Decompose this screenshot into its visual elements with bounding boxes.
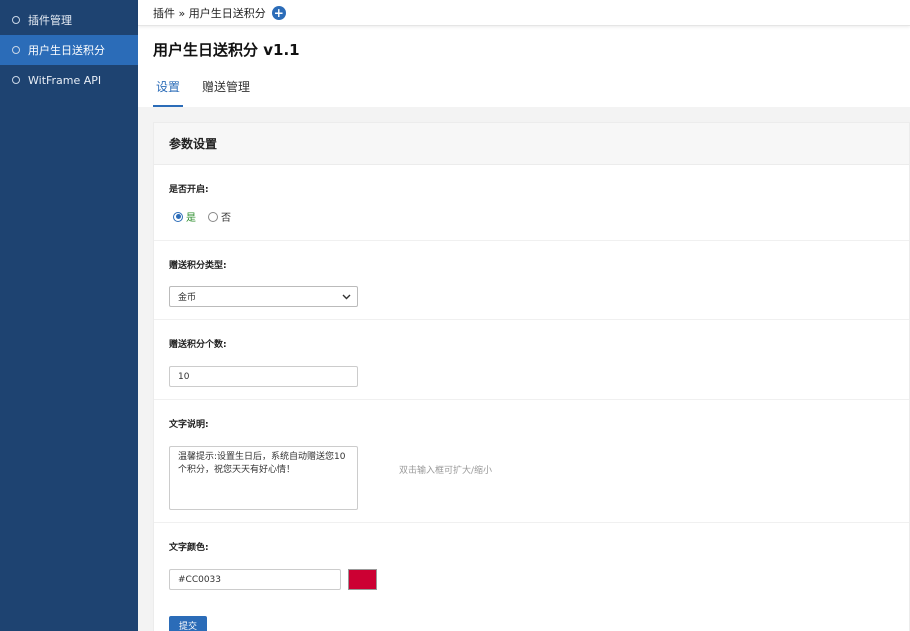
sidebar-item-plugin-manage[interactable]: 插件管理 (0, 5, 138, 35)
credit-type-label: 赠送积分类型: (169, 261, 227, 271)
color-swatch[interactable] (348, 569, 377, 590)
content-area: 参数设置 是否开启: 是 否 赠送积分类型: 金币 赠送积分个数: 10 文字说… (138, 107, 910, 631)
settings-panel: 参数设置 是否开启: 是 否 赠送积分类型: 金币 赠送积分个数: 10 文字说… (153, 122, 910, 631)
credit-count-input[interactable]: 10 (169, 366, 358, 387)
sidebar: 插件管理 用户生日送积分 WitFrame API (0, 0, 138, 631)
credit-count-field: 赠送积分个数: 10 (154, 320, 909, 400)
text-color-field: 文字颜色: #CC0033 (154, 523, 909, 590)
circle-icon (12, 16, 20, 24)
description-field: 文字说明: 温馨提示:设置生日后，系统自动赠送您10个积分，祝您天天有好心情！ … (154, 400, 909, 523)
breadcrumb: 插件 » 用户生日送积分 + (138, 0, 910, 26)
tab-gift-manage[interactable]: 赠送管理 (199, 72, 253, 107)
panel-title: 参数设置 (154, 123, 909, 165)
tab-bar: 设置 赠送管理 (153, 72, 269, 107)
credit-type-field: 赠送积分类型: 金币 (154, 241, 909, 320)
circle-icon (12, 76, 20, 84)
description-textarea[interactable]: 温馨提示:设置生日后，系统自动赠送您10个积分，祝您天天有好心情！ (169, 446, 358, 510)
breadcrumb-text: 插件 » 用户生日送积分 (153, 6, 266, 20)
main-area: 插件 » 用户生日送积分 + 用户生日送积分 v1.1 设置 赠送管理 参数设置… (138, 0, 910, 631)
color-input[interactable]: #CC0033 (169, 569, 341, 590)
radio-yes[interactable] (173, 211, 183, 222)
sidebar-item-label: 插件管理 (28, 14, 72, 27)
enable-field: 是否开启: 是 否 (154, 165, 909, 241)
color-row: #CC0033 (169, 569, 909, 590)
radio-no[interactable] (208, 211, 218, 222)
submit-button[interactable]: 提交 (169, 616, 207, 631)
credit-count-label: 赠送积分个数: (169, 340, 227, 350)
sidebar-item-birthday-credits[interactable]: 用户生日送积分 (0, 35, 138, 65)
radio-yes-label[interactable]: 是 (186, 209, 196, 224)
sidebar-item-label: 用户生日送积分 (28, 44, 105, 57)
chevron-down-icon (342, 294, 351, 299)
credit-type-value: 金币 (178, 293, 197, 303)
enable-label: 是否开启: (169, 185, 209, 195)
description-label: 文字说明: (169, 420, 209, 430)
sidebar-item-witframe-api[interactable]: WitFrame API (0, 65, 138, 95)
text-color-label: 文字颜色: (169, 543, 209, 553)
add-icon[interactable]: + (271, 5, 286, 20)
credit-type-select[interactable]: 金币 (169, 286, 358, 307)
enable-radio-group: 是 否 (169, 195, 909, 240)
circle-icon (12, 46, 20, 54)
description-hint: 双击输入框可扩大/缩小 (399, 466, 493, 476)
tab-settings[interactable]: 设置 (153, 72, 184, 107)
sidebar-item-label: WitFrame API (28, 73, 102, 87)
radio-no-label[interactable]: 否 (221, 209, 231, 224)
